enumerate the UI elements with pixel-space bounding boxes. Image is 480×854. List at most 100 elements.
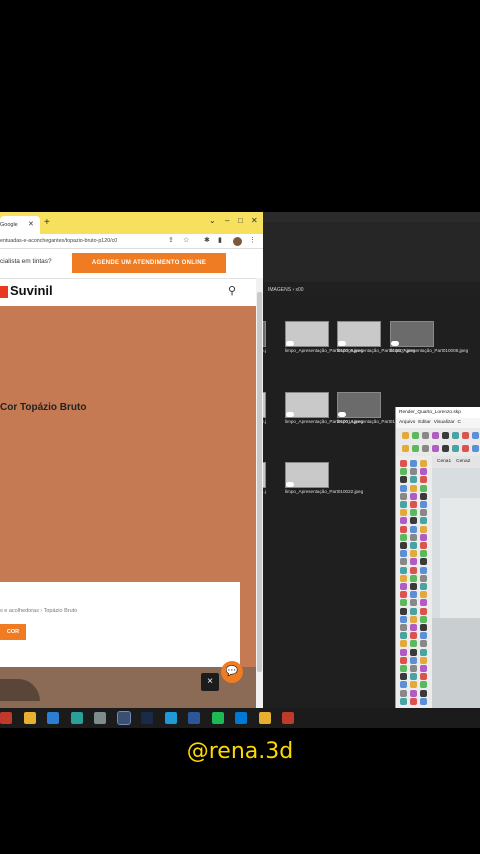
- sketchup-tool-icon[interactable]: [400, 558, 407, 566]
- profile-avatar-icon[interactable]: [233, 237, 242, 246]
- sidepanel-icon[interactable]: ▮: [218, 234, 222, 248]
- menu-item[interactable]: Visualizar: [434, 420, 455, 425]
- sketchup-tool-icon[interactable]: [420, 665, 427, 672]
- sketchup-toolbar-icon[interactable]: [432, 445, 439, 452]
- sketchup-tool-icon[interactable]: [420, 460, 427, 467]
- sketchup-tool-icon[interactable]: [400, 460, 407, 467]
- sketchup-tool-icon[interactable]: [410, 517, 417, 525]
- sketchup-tool-icon[interactable]: [400, 550, 407, 558]
- sketchup-tool-icon[interactable]: [410, 640, 417, 648]
- chrome-alt-icon[interactable]: [258, 712, 271, 724]
- chrome-icon[interactable]: [23, 712, 36, 724]
- sketchup-tool-icon[interactable]: [410, 492, 417, 500]
- color-button[interactable]: COR: [0, 624, 26, 640]
- file-thumbnail[interactable]: limpo_Apresentação_Part010007.jpeg: [337, 321, 415, 377]
- sketchup-toolbar-icon[interactable]: [432, 432, 439, 439]
- menu-item[interactable]: Editar: [418, 420, 431, 425]
- sketchup-tool-icon[interactable]: [420, 615, 427, 623]
- sketchup-tool-icon[interactable]: [420, 468, 427, 476]
- sketchup-tool-icon[interactable]: [410, 550, 417, 558]
- sketchup-tool-icon[interactable]: [410, 615, 417, 623]
- sketchup-tool-icon[interactable]: [400, 632, 407, 640]
- sketchup-tool-icon[interactable]: [400, 689, 407, 697]
- sketchup-tool-icon[interactable]: [410, 476, 417, 484]
- new-tab-icon[interactable]: +: [44, 217, 50, 228]
- sketchup-tool-icon[interactable]: [410, 665, 417, 672]
- file-thumbnail[interactable]: limpo_Apresentação_Part010015.jpeg: [337, 392, 415, 448]
- sketchup-tool-icon[interactable]: [420, 689, 427, 697]
- sketchup-tool-icon[interactable]: [410, 632, 417, 640]
- breadcrumb[interactable]: s e acolhedoras › Topázio Bruto: [0, 608, 77, 614]
- sketchup-tool-icon[interactable]: [420, 591, 427, 599]
- file-thumbnail[interactable]: limpo_Apresentação_Part010008.jpeg: [390, 321, 468, 377]
- sketchup-tool-icon[interactable]: [410, 501, 417, 508]
- settings-icon[interactable]: [282, 712, 294, 724]
- word-icon[interactable]: [188, 712, 200, 724]
- chevron-down-icon[interactable]: ⌄: [209, 216, 216, 225]
- sketchup-tool-icon[interactable]: [400, 648, 407, 656]
- sketchup-tool-icon[interactable]: [400, 583, 407, 590]
- sketchup-tool-icon[interactable]: [400, 599, 407, 607]
- sketchup-tool-icon[interactable]: [420, 492, 427, 500]
- sketchup-tool-icon[interactable]: [410, 599, 417, 607]
- sketchup-tool-icon[interactable]: [400, 697, 407, 705]
- sketchup-tool-icon[interactable]: [410, 533, 417, 541]
- sketchup-tool-icon[interactable]: [420, 673, 427, 681]
- sketchup-tool-icon[interactable]: [410, 566, 417, 574]
- menu-item[interactable]: C: [458, 420, 461, 425]
- sketchup-tool-icon[interactable]: [420, 533, 427, 541]
- app-red-icon[interactable]: [0, 712, 12, 724]
- sketchup-tool-icon[interactable]: [400, 640, 407, 648]
- sketchup-tool-icon[interactable]: [420, 525, 427, 533]
- sketchup-toolbar-icon[interactable]: [422, 432, 429, 439]
- sketchup-tool-icon[interactable]: [400, 681, 407, 689]
- app-gray-icon[interactable]: [94, 712, 106, 724]
- sketchup-tool-icon[interactable]: [410, 542, 417, 549]
- sketchup-tool-icon[interactable]: [400, 656, 407, 664]
- sketchup-toolbar-icon[interactable]: [442, 445, 449, 452]
- sketchup-tool-icon[interactable]: [420, 501, 427, 508]
- extensions-icon[interactable]: ✱: [204, 234, 210, 248]
- file-thumbnail[interactable]: limpo_Apresentação_Part010022.jpeg: [285, 462, 363, 518]
- sketchup-tool-icon[interactable]: [420, 656, 427, 664]
- sketchup-tool-icon[interactable]: [410, 656, 417, 664]
- share-icon[interactable]: ⇪: [168, 234, 174, 248]
- spotify-icon[interactable]: [211, 712, 224, 724]
- sketchup-tool-icon[interactable]: [420, 476, 427, 484]
- sketchup-tool-icon[interactable]: [420, 624, 427, 631]
- sketchup-tool-icon[interactable]: [410, 525, 417, 533]
- sketchup-tool-icon[interactable]: [400, 484, 407, 492]
- sketchup-tool-icon[interactable]: [400, 501, 407, 508]
- sketchup-tool-icon[interactable]: [400, 574, 407, 582]
- sketchup-tool-icon[interactable]: [420, 509, 427, 517]
- sketchup-tool-icon[interactable]: [400, 607, 407, 615]
- sketchup-tool-icon[interactable]: [400, 509, 407, 517]
- sketchup-tool-icon[interactable]: [420, 484, 427, 492]
- sketchup-tool-icon[interactable]: [410, 681, 417, 689]
- sketchup-viewport[interactable]: [432, 468, 480, 708]
- sketchup-toolbar-icon[interactable]: [422, 445, 429, 452]
- sketchup-tool-icon[interactable]: [410, 689, 417, 697]
- sketchup-tool-icon[interactable]: [400, 517, 407, 525]
- sketchup-tool-icon[interactable]: [420, 681, 427, 689]
- close-tab-icon[interactable]: ✕: [28, 216, 34, 234]
- sketchup-tool-icon[interactable]: [400, 468, 407, 476]
- sketchup-tool-icon[interactable]: [420, 632, 427, 640]
- sketchup-tool-icon[interactable]: [410, 591, 417, 599]
- scene-tab[interactable]: Cena1: [437, 459, 451, 464]
- sketchup-tool-icon[interactable]: [410, 484, 417, 492]
- explorer-address-bar[interactable]: IMAGENS › x00: [258, 284, 480, 296]
- sketchup-tool-icon[interactable]: [410, 574, 417, 582]
- sketchup-tool-icon[interactable]: [420, 599, 427, 607]
- minimize-icon[interactable]: –: [225, 216, 229, 225]
- sketchup-tool-icon[interactable]: [420, 607, 427, 615]
- sketchup-tool-icon[interactable]: [420, 583, 427, 590]
- sketchup-tool-icon[interactable]: [420, 558, 427, 566]
- sketchup-tool-icon[interactable]: [400, 615, 407, 623]
- file-thumbnail[interactable]: limpo_Apresentação_Part010014.jpeg: [285, 392, 363, 448]
- sketchup-tool-icon[interactable]: [420, 574, 427, 582]
- sketchup-tool-icon[interactable]: [410, 697, 417, 705]
- file-thumbnail[interactable]: limpo_Apresentação_Part010006.jpeg: [285, 321, 363, 377]
- sketchup-toolbar-icon[interactable]: [472, 432, 479, 439]
- menu-item[interactable]: Arquivo: [399, 420, 415, 425]
